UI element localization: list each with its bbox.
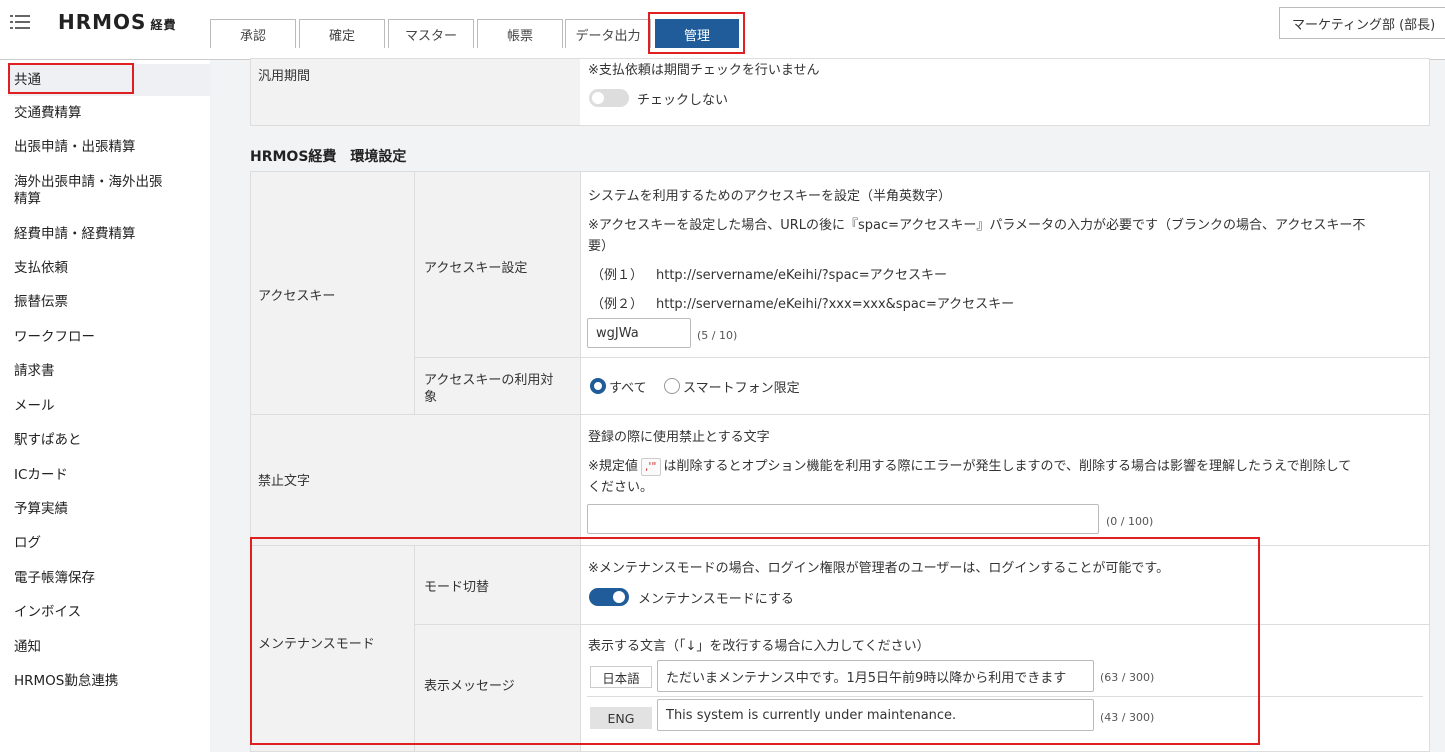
sidebar-item-common[interactable]: 共通 — [14, 72, 41, 89]
department-selector[interactable]: マーケティング部 (部長) — [1279, 7, 1445, 39]
tab-approval[interactable]: 承認 — [210, 19, 296, 48]
access-key-example2-label: （例２） — [591, 297, 644, 312]
access-key-desc1: システムを利用するためのアクセスキーを設定（半角英数字） — [588, 189, 951, 204]
forbidden-chars-note: ※規定値 ,'" は削除するとオプション機能を利用する際にエラーが発生しますので、削… — [588, 455, 1351, 476]
tab-confirm[interactable]: 確定 — [299, 19, 385, 48]
maintenance-mode-note: ※メンテナンスモードの場合、ログイン権限が管理者のユーザーは、ログインすることが… — [588, 561, 1170, 576]
environment-settings-panel: アクセスキー アクセスキー設定 システムを利用するためのアクセスキーを設定（半角… — [250, 171, 1430, 752]
label-column — [251, 172, 580, 751]
general-period-panel: 汎用期間 ※支払依頼は期間チェックを行いません チェックしない — [250, 58, 1430, 126]
forbidden-chars-counter: (0 / 100) — [1106, 515, 1154, 528]
period-check-toggle[interactable] — [589, 89, 629, 107]
divider — [414, 172, 415, 414]
maintenance-mode-toggle-label: メンテナンスモードにする — [638, 592, 794, 607]
forbidden-chars-note-line2: ください。 — [588, 480, 654, 495]
sidebar-item-e-book[interactable]: 電子帳簿保存 — [14, 570, 95, 587]
access-key-counter: (5 / 10) — [697, 329, 738, 342]
maintenance-mode-label: モード切替 — [424, 580, 490, 595]
main-content: 汎用期間 ※支払依頼は期間チェックを行いません チェックしない HRMOS経費 … — [210, 58, 1445, 752]
forbidden-chars-label: 禁止文字 — [258, 474, 311, 489]
forbidden-note-prefix: ※規定値 — [588, 459, 638, 474]
message-input-english[interactable]: This system is currently under maintenan… — [657, 699, 1094, 731]
sidebar-item-notification[interactable]: 通知 — [14, 639, 41, 656]
tab-reports[interactable]: 帳票 — [477, 19, 563, 48]
access-key-group-label: アクセスキー — [258, 289, 336, 304]
access-key-setting-label: アクセスキー設定 — [424, 261, 528, 276]
divider — [251, 545, 1429, 546]
general-period-note: ※支払依頼は期間チェックを行いません — [588, 63, 820, 78]
sidebar: 共通 交通費精算 出張申請・出張精算 海外出張申請・海外出張 精算 経費申請・経… — [0, 60, 210, 752]
divider — [580, 172, 581, 751]
radio-all[interactable] — [590, 378, 606, 394]
hamburger-menu-icon[interactable] — [10, 12, 30, 32]
tab-admin[interactable]: 管理 — [655, 19, 739, 48]
sidebar-item-payment-request[interactable]: 支払依頼 — [14, 260, 68, 277]
tab-master[interactable]: マスター — [388, 19, 474, 48]
divider — [414, 545, 415, 751]
display-message-label: 表示メッセージ — [424, 679, 515, 694]
message-input-japanese[interactable]: ただいまメンテナンス中です。1月5日午前9時以降から利用できます — [657, 660, 1094, 692]
sidebar-item-overseas-trip[interactable]: 海外出張申請・海外出張 — [14, 174, 163, 191]
access-key-example1-url: http://servername/eKeihi/?spac=アクセスキー — [656, 268, 947, 283]
radio-smartphone[interactable] — [664, 378, 680, 394]
forbidden-chars-input[interactable] — [587, 504, 1099, 534]
message-counter-english: (43 / 300) — [1100, 711, 1155, 724]
app-logo[interactable]: HRMOS 経費 — [58, 10, 176, 34]
access-key-target-label-2: 象 — [424, 390, 438, 405]
sidebar-item-budget[interactable]: 予算実績 — [14, 501, 68, 518]
sidebar-item-ic-card[interactable]: ICカード — [14, 467, 68, 484]
message-counter-japanese: (63 / 300) — [1100, 671, 1155, 684]
forbidden-note-suffix: は削除するとオプション機能を利用する際にエラーが発生しますので、削除する場合は影… — [663, 459, 1352, 474]
sidebar-item-mail[interactable]: メール — [14, 398, 55, 415]
sidebar-item-overseas-trip-line2[interactable]: 精算 — [14, 191, 41, 208]
sidebar-item-transfer-slip[interactable]: 振替伝票 — [14, 294, 68, 311]
tab-data-export[interactable]: データ出力 — [565, 19, 651, 48]
general-period-label: 汎用期間 — [258, 69, 311, 84]
maintenance-mode-toggle[interactable] — [589, 588, 629, 606]
sidebar-item-transportation[interactable]: 交通費精算 — [14, 105, 82, 122]
sidebar-item-invoice[interactable]: インボイス — [14, 604, 81, 621]
sidebar-item-expense[interactable]: 経費申請・経費精算 — [14, 226, 136, 243]
lang-label-japanese: 日本語 — [590, 666, 652, 688]
access-key-desc2b: 要） — [588, 239, 615, 254]
radio-smartphone-label[interactable]: スマートフォン限定 — [683, 377, 800, 396]
divider — [414, 357, 1429, 358]
sidebar-item-hrmos-attendance[interactable]: HRMOS勤怠連携 — [14, 673, 118, 690]
forbidden-chars-desc: 登録の際に使用禁止とする文字 — [588, 430, 770, 445]
sidebar-item-ekispert[interactable]: 駅すぱあと — [14, 432, 82, 449]
access-key-desc2a: ※アクセスキーを設定した場合、URLの後に『spac=アクセスキー』パラメータの… — [588, 218, 1366, 233]
access-key-input[interactable]: wgJWa — [587, 318, 691, 348]
section-title: HRMOS経費 環境設定 — [250, 149, 407, 165]
access-key-example2-url: http://servername/eKeihi/?xxx=xxx&spac=ア… — [656, 297, 1015, 312]
radio-all-label[interactable]: すべて — [609, 377, 647, 396]
divider — [414, 624, 1429, 625]
divider — [587, 696, 1423, 697]
main-tabs: 承認 確定 マスター 帳票 データ出力 管理 — [210, 18, 739, 48]
period-check-toggle-label: チェックしない — [637, 93, 729, 108]
logo-text: HRMOS — [58, 10, 147, 34]
access-key-target-label-1: アクセスキーの利用対 — [424, 373, 554, 388]
maintenance-group-label: メンテナンスモード — [258, 637, 375, 652]
logo-suffix: 経費 — [150, 18, 177, 32]
sidebar-item-log[interactable]: ログ — [14, 535, 41, 552]
sidebar-item-workflow[interactable]: ワークフロー — [14, 329, 95, 346]
top-bar: HRMOS 経費 承認 確定 マスター 帳票 データ出力 管理 マーケティング部 … — [0, 0, 1445, 60]
sidebar-item-invoice-doc[interactable]: 請求書 — [14, 363, 55, 380]
divider — [251, 414, 1429, 415]
lang-label-english: ENG — [590, 707, 652, 729]
access-key-example1-label: （例１） — [591, 268, 644, 283]
display-message-desc: 表示する文言（「↓」を改行する場合に入力してください） — [588, 639, 930, 654]
forbidden-default-chars: ,'" — [640, 458, 661, 476]
sidebar-item-business-trip[interactable]: 出張申請・出張精算 — [14, 139, 136, 156]
